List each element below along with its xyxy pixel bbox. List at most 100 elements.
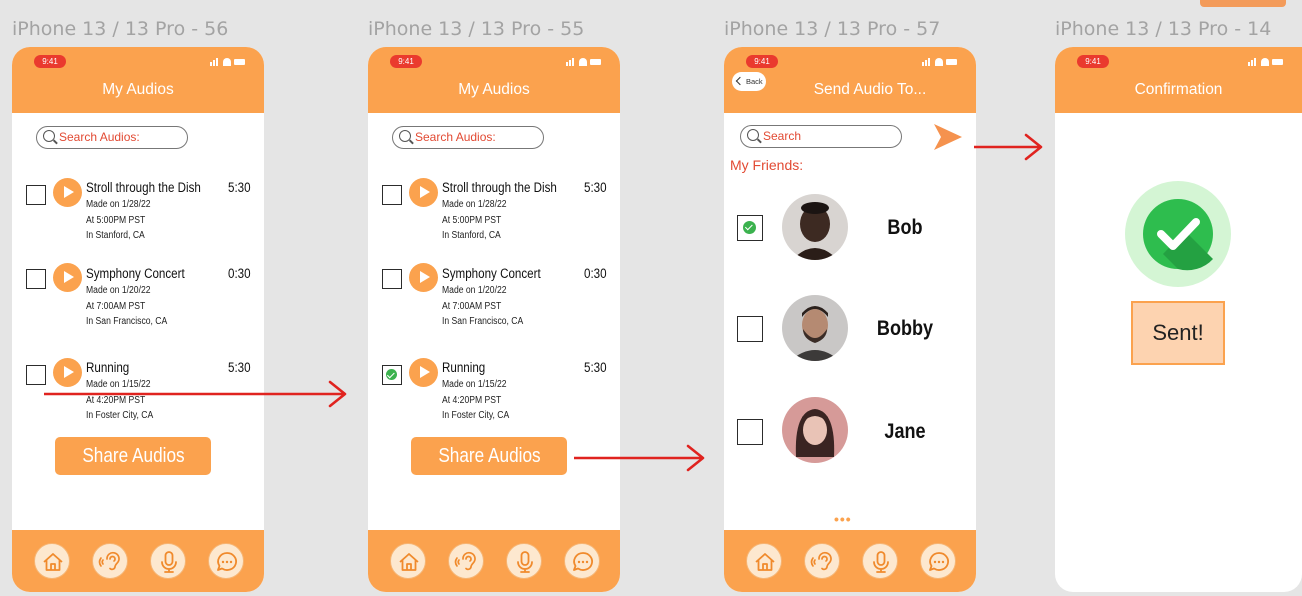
- share-audios-button[interactable]: Share Audios: [55, 437, 211, 475]
- audio-meta: Made on 1/15/22 At 4:20PM PST In Foster …: [442, 377, 509, 424]
- tab-bar: [724, 530, 976, 592]
- audio-checkbox[interactable]: [26, 365, 46, 385]
- audio-place: In Foster City, CA: [442, 410, 510, 421]
- phone-frame-55: 9:41 My Audios Search Audios: Stroll thr…: [368, 47, 620, 592]
- audio-title: Symphony Concert: [86, 266, 185, 281]
- chat-icon: [217, 552, 237, 571]
- search-placeholder: Search Audios:: [415, 130, 496, 144]
- tab-record[interactable]: [506, 543, 542, 579]
- audio-date: Made on 1/15/22: [442, 379, 507, 390]
- tab-messages[interactable]: [208, 543, 244, 579]
- play-icon[interactable]: [409, 178, 438, 207]
- status-time: 9:41: [746, 55, 778, 68]
- play-icon[interactable]: [409, 263, 438, 292]
- audio-title: Symphony Concert: [442, 266, 541, 281]
- avatar: [782, 194, 848, 260]
- tab-messages[interactable]: [564, 543, 600, 579]
- audio-time: At 5:00PM PST: [442, 214, 502, 226]
- sent-button[interactable]: Sent!: [1131, 301, 1225, 365]
- microphone-icon: [517, 551, 533, 573]
- frame-title: iPhone 13 / 13 Pro - 55: [368, 18, 585, 40]
- audio-meta: Made on 1/28/22 At 5:00PM PST In Stanfor…: [86, 197, 151, 244]
- audio-meta: Made on 1/28/22 At 5:00PM PST In Stanfor…: [442, 197, 507, 244]
- search-icon: [399, 130, 411, 142]
- audio-place: In San Francisco, CA: [86, 316, 168, 327]
- flow-arrow: [44, 380, 347, 408]
- ear-icon: [454, 551, 476, 571]
- phone-frame-14: 9:41 Confirmation Sent!: [1055, 47, 1302, 592]
- flow-arrow: [974, 133, 1043, 161]
- home-icon: [43, 553, 63, 571]
- status-time: 9:41: [1077, 55, 1109, 68]
- audio-date: Made on 1/28/22: [86, 199, 151, 210]
- audio-checkbox[interactable]: [382, 269, 402, 289]
- tab-home[interactable]: [390, 543, 426, 579]
- search-icon: [43, 130, 55, 142]
- friend-name: Bobby: [876, 317, 934, 340]
- status-icons: [210, 56, 246, 66]
- app-header: 9:41 My Audios: [368, 47, 620, 113]
- audio-duration: 5:30: [228, 180, 251, 195]
- audio-checkbox[interactable]: [26, 269, 46, 289]
- audio-title: Stroll through the Dish: [86, 180, 201, 195]
- frame-title: iPhone 13 / 13 Pro - 57: [724, 18, 941, 40]
- checkmark-icon: [743, 221, 756, 234]
- friend-name: Jane: [884, 420, 926, 443]
- audio-title: Stroll through the Dish: [442, 180, 557, 195]
- tab-bar: [368, 530, 620, 592]
- app-header: 9:41 My Audios: [12, 47, 264, 113]
- audio-duration: 0:30: [584, 266, 607, 281]
- tab-home[interactable]: [746, 543, 782, 579]
- send-icon[interactable]: [932, 121, 964, 153]
- phone-frame-56: 9:41 My Audios Search Audios: Stroll thr…: [12, 47, 264, 592]
- tab-record[interactable]: [150, 543, 186, 579]
- share-audios-button[interactable]: Share Audios: [411, 437, 567, 475]
- status-icons: [922, 56, 958, 66]
- search-icon: [747, 129, 759, 141]
- search-input[interactable]: Search Audios:: [392, 126, 544, 149]
- friend-checkbox[interactable]: [737, 419, 763, 445]
- tab-listen[interactable]: [804, 543, 840, 579]
- microphone-icon: [161, 551, 177, 573]
- corner-tab: [1200, 0, 1286, 7]
- audio-place: In Stanford, CA: [86, 230, 145, 241]
- app-header: 9:41 Confirmation: [1055, 47, 1302, 113]
- chat-icon: [929, 552, 949, 571]
- search-placeholder: Search Audios:: [59, 130, 140, 144]
- avatar: [782, 397, 848, 463]
- share-audios-label: Share Audios: [81, 445, 185, 467]
- tab-record[interactable]: [862, 543, 898, 579]
- audio-time: At 7:00AM PST: [442, 300, 502, 312]
- chat-icon: [573, 552, 593, 571]
- friend-checkbox[interactable]: [737, 316, 763, 342]
- audio-time: At 4:20PM PST: [442, 394, 502, 406]
- status-icons: [1248, 56, 1284, 66]
- audio-date: Made on 1/28/22: [442, 199, 507, 210]
- screen-title: Confirmation: [1134, 81, 1223, 98]
- audio-meta: Made on 1/20/22 At 7:00AM PST In San Fra…: [86, 283, 167, 330]
- tab-home[interactable]: [34, 543, 70, 579]
- more-icon[interactable]: •••: [834, 511, 852, 527]
- search-placeholder: Search: [763, 129, 802, 143]
- friend-checkbox-checked[interactable]: [737, 215, 763, 241]
- play-icon[interactable]: [409, 358, 438, 387]
- audio-date: Made on 1/20/22: [442, 285, 507, 296]
- audio-checkbox-checked[interactable]: [382, 365, 402, 385]
- ear-icon: [810, 551, 832, 571]
- play-icon[interactable]: [53, 178, 82, 207]
- search-input[interactable]: Search Audios:: [36, 126, 188, 149]
- search-input[interactable]: Search: [740, 125, 902, 148]
- status-icons: [566, 56, 602, 66]
- audio-checkbox[interactable]: [26, 185, 46, 205]
- share-audios-label: Share Audios: [437, 445, 541, 467]
- frame-title: iPhone 13 / 13 Pro - 14: [1055, 18, 1272, 40]
- tab-listen[interactable]: [92, 543, 128, 579]
- audio-checkbox[interactable]: [382, 185, 402, 205]
- friends-label: My Friends:: [730, 157, 804, 173]
- checkmark-icon: [386, 369, 397, 380]
- tab-listen[interactable]: [448, 543, 484, 579]
- audio-duration: 5:30: [584, 180, 607, 195]
- play-icon[interactable]: [53, 263, 82, 292]
- tab-messages[interactable]: [920, 543, 956, 579]
- app-header: 9:41 Back Send Audio To...: [724, 47, 976, 113]
